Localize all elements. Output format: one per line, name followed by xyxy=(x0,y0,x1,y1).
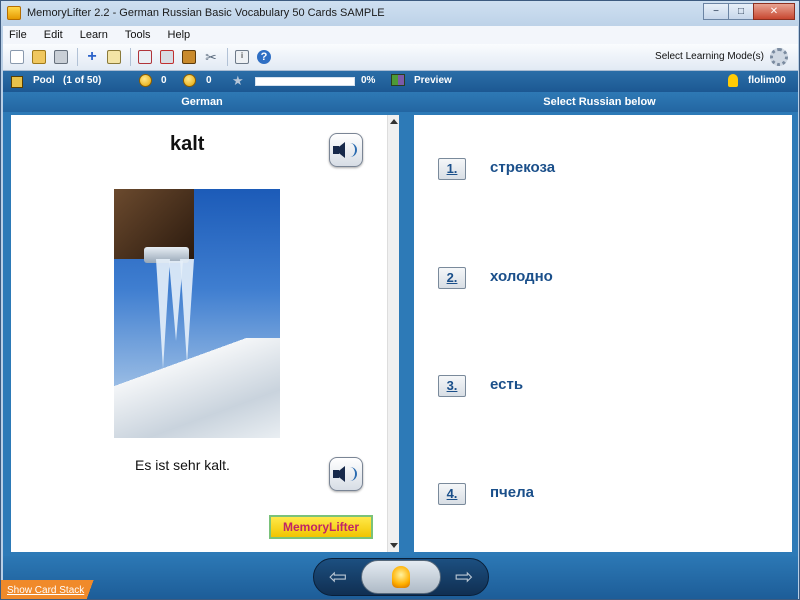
answer-2-text[interactable]: холодно xyxy=(490,268,553,285)
play-word-audio-button[interactable] xyxy=(329,133,363,167)
info-icon[interactable]: i xyxy=(232,47,252,67)
presentation-icon[interactable] xyxy=(135,47,155,67)
toolbar: + ✂ i ? Select Learning Mode(s) xyxy=(3,44,798,71)
maximize-button[interactable]: □ xyxy=(728,3,754,20)
memorylifter-logo: MemoryLifter xyxy=(269,515,373,539)
close-button[interactable]: ✕ xyxy=(753,3,795,20)
show-card-stack-link[interactable]: Show Card Stack xyxy=(1,580,103,599)
status-bar: Pool (1 of 50) 0 0 ★ 0% Preview flolim00 xyxy=(3,71,798,92)
speaker-icon xyxy=(333,142,345,158)
toolbar-separator xyxy=(77,48,78,66)
menu-help[interactable]: Help xyxy=(168,29,191,41)
answer-panel xyxy=(414,115,792,552)
sad-count: 0 xyxy=(206,75,212,86)
play-sentence-audio-button[interactable] xyxy=(329,457,363,491)
logo-text: MemoryLifter xyxy=(282,520,359,534)
book-icon[interactable] xyxy=(179,47,199,67)
hint-button[interactable] xyxy=(361,560,441,594)
answer-1-button[interactable]: 1. xyxy=(438,158,466,180)
answer-3-button[interactable]: 3. xyxy=(438,375,466,397)
minimize-button[interactable]: − xyxy=(703,3,729,20)
window-controls: − □ ✕ xyxy=(703,3,795,20)
app-icon xyxy=(7,6,21,20)
card-image-icicles xyxy=(114,189,280,438)
user-name[interactable]: flolim00 xyxy=(748,75,786,86)
learning-mode-label[interactable]: Select Learning Mode(s) xyxy=(655,51,764,62)
happy-face-icon xyxy=(139,74,152,87)
answer-column-header: Select Russian below xyxy=(401,92,798,112)
progress-label: 0% xyxy=(361,75,376,86)
pool-icon xyxy=(11,75,23,88)
answer-4-button[interactable]: 4. xyxy=(438,483,466,505)
next-card-button[interactable]: ⇨ xyxy=(447,566,481,588)
settings-tools-icon[interactable]: ✂ xyxy=(201,47,221,67)
happy-count: 0 xyxy=(161,75,167,86)
open-icon[interactable] xyxy=(29,47,49,67)
window-title: MemoryLifter 2.2 - German Russian Basic … xyxy=(27,7,385,19)
scroll-down-arrow-icon[interactable] xyxy=(390,543,398,548)
learning-progress-bar xyxy=(255,77,355,86)
preview-icon[interactable] xyxy=(391,74,405,86)
menu-tools[interactable]: Tools xyxy=(125,29,151,41)
menu-learn[interactable]: Learn xyxy=(80,29,108,41)
question-scrollbar[interactable] xyxy=(387,115,399,552)
speaker-icon xyxy=(333,466,345,482)
user-icon xyxy=(728,74,738,87)
menu-edit[interactable]: Edit xyxy=(44,29,63,41)
title-bar[interactable]: MemoryLifter 2.2 - German Russian Basic … xyxy=(1,1,799,25)
scroll-up-arrow-icon[interactable] xyxy=(390,119,398,124)
add-card-icon[interactable]: + xyxy=(82,47,102,67)
toolbar-separator xyxy=(130,48,131,66)
answer-4-text[interactable]: пчела xyxy=(490,484,534,501)
example-sentence: Es ist sehr kalt. xyxy=(135,457,230,473)
preview-label[interactable]: Preview xyxy=(414,75,452,86)
menu-file[interactable]: File xyxy=(9,29,27,41)
answer-2-button[interactable]: 2. xyxy=(438,267,466,289)
new-icon[interactable] xyxy=(7,47,27,67)
question-column-header: German xyxy=(3,92,401,112)
lightbulb-icon xyxy=(392,566,410,588)
pool-count: (1 of 50) xyxy=(63,75,102,86)
pool-label: Pool xyxy=(33,75,55,86)
app-window: MemoryLifter 2.2 - German Russian Basic … xyxy=(0,0,800,600)
answer-3-text[interactable]: есть xyxy=(490,376,523,393)
sad-face-icon xyxy=(183,74,196,87)
previous-card-button[interactable]: ⇦ xyxy=(321,566,355,588)
answer-1-text[interactable]: стрекоза xyxy=(490,159,555,176)
edit-icon[interactable] xyxy=(104,47,124,67)
gear-icon[interactable] xyxy=(770,48,788,66)
question-word: kalt xyxy=(170,133,205,155)
print-icon[interactable] xyxy=(51,47,71,67)
export-icon[interactable] xyxy=(157,47,177,67)
star-icon: ★ xyxy=(232,73,244,88)
toolbar-separator xyxy=(227,48,228,66)
menu-bar: File Edit Learn Tools Help xyxy=(3,26,798,44)
help-icon[interactable]: ? xyxy=(254,47,274,67)
